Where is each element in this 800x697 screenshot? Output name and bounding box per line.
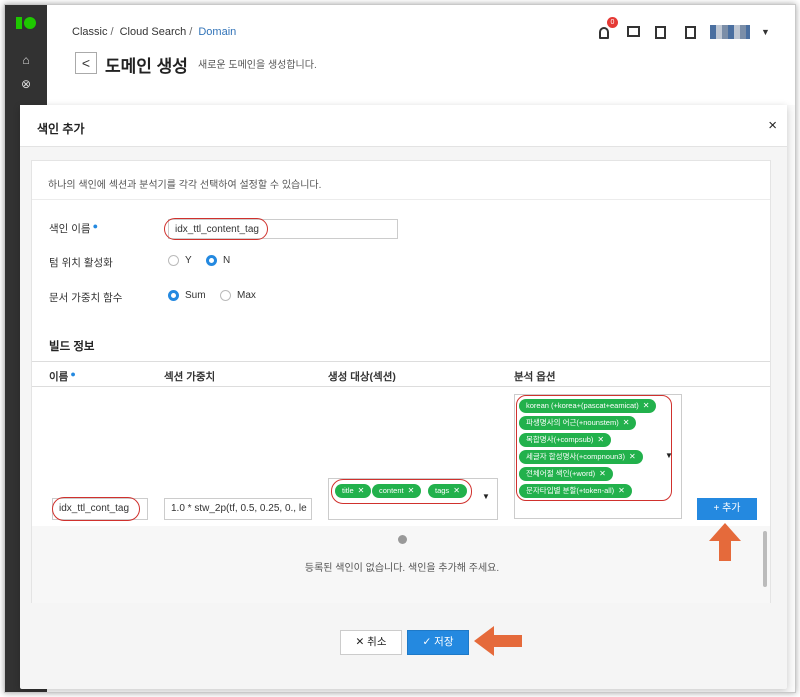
page-title: 도메인 생성 bbox=[105, 57, 188, 76]
index-name-label: 색인 이름 ● bbox=[49, 221, 98, 235]
term-position-n-label: N bbox=[223, 255, 231, 266]
build-name-input[interactable]: idx_ttl_cont_tag bbox=[52, 498, 148, 520]
term-position-n-radio[interactable] bbox=[206, 255, 217, 266]
modal-title: 색인 추가 bbox=[37, 122, 85, 136]
cancel-button[interactable]: ✕ 취소 bbox=[340, 630, 402, 655]
modal-panel: 하나의 색인에 섹션과 분석기를 각각 선택하여 설정할 수 있습니다. 색인 … bbox=[31, 160, 771, 603]
term-position-y-radio[interactable] bbox=[168, 255, 179, 266]
section-tag[interactable]: tags ✕ bbox=[428, 484, 467, 498]
empty-message: 등록된 색인이 없습니다. 색인을 추가해 주세요. bbox=[304, 563, 500, 574]
app-header: Classic / Cloud Search / Domain < 도메인 생성 새… bbox=[47, 5, 795, 105]
info-icon bbox=[398, 535, 407, 544]
book-icon[interactable] bbox=[685, 26, 696, 39]
breadcrumb: Classic / Cloud Search / Domain bbox=[72, 26, 237, 38]
home-icon[interactable]: ⌂ bbox=[19, 53, 33, 67]
chevron-down-icon[interactable]: ▼ bbox=[761, 27, 770, 37]
breadcrumb-item-current: Domain bbox=[198, 26, 237, 38]
index-name-input[interactable]: idx_ttl_content_tag bbox=[168, 219, 398, 239]
add-button[interactable]: + 추가 bbox=[697, 498, 757, 520]
build-table-header: 이름 ● 섹션 가중치 생성 대상(섹션) 분석 옵션 bbox=[32, 361, 770, 387]
logo-icon bbox=[16, 17, 36, 29]
analyzer-tag[interactable]: 문자타입별 분할(+token-all) ✕ bbox=[519, 484, 632, 498]
close-circle-icon[interactable]: ⊗ bbox=[19, 77, 33, 91]
doc-weight-sum-radio[interactable] bbox=[168, 290, 179, 301]
doc-weight-max-label: Max bbox=[237, 290, 256, 301]
save-button[interactable]: ✓ 저장 bbox=[407, 630, 469, 655]
info-bar: 하나의 색인에 섹션과 분석기를 각각 선택하여 설정할 수 있습니다. bbox=[32, 161, 770, 200]
analyzer-tag[interactable]: 복합명사(+compsub) ✕ bbox=[519, 433, 612, 447]
section-weight-input[interactable]: 1.0 * stw_2p(tf, 0.5, 0.25, 0., le bbox=[164, 498, 312, 520]
edit-icon[interactable] bbox=[655, 26, 666, 39]
analyzer-tag[interactable]: korean (+korea+(pascat+eamicat) ✕ bbox=[519, 399, 657, 413]
chat-icon[interactable] bbox=[627, 26, 640, 37]
doc-weight-sum-label: Sum bbox=[185, 290, 206, 301]
modal-header: 색인 추가 × bbox=[20, 105, 787, 147]
term-position-label: 텀 위치 활성화 bbox=[49, 257, 113, 269]
back-button[interactable]: < bbox=[75, 52, 97, 74]
notification-badge: 0 bbox=[607, 17, 618, 28]
column-section-weight: 섹션 가중치 bbox=[164, 371, 216, 383]
analyzer-tag[interactable]: 세글자 합성명사(+compnoun3) ✕ bbox=[519, 450, 643, 464]
annotation-arrow-up bbox=[709, 523, 741, 561]
info-text: 하나의 색인에 섹션과 분석기를 각각 선택하여 설정할 수 있습니다. bbox=[48, 180, 322, 191]
add-index-modal: 색인 추가 × 하나의 색인에 섹션과 분석기를 각각 선택하여 설정할 수 있… bbox=[20, 105, 787, 689]
build-info-title: 빌드 정보 bbox=[49, 341, 95, 353]
doc-weight-max-radio[interactable] bbox=[220, 290, 231, 301]
avatar[interactable] bbox=[710, 25, 750, 39]
section-tag[interactable]: content ✕ bbox=[372, 484, 422, 498]
section-tag[interactable]: title ✕ bbox=[335, 484, 372, 498]
column-name: 이름 ● bbox=[49, 369, 76, 383]
doc-weight-label: 문서 가중치 함수 bbox=[49, 292, 123, 304]
page-description: 새로운 도메인을 생성합니다. bbox=[198, 60, 317, 71]
bell-icon[interactable] bbox=[599, 27, 609, 39]
chevron-down-icon[interactable]: ▼ bbox=[482, 492, 490, 501]
annotation-arrow-left bbox=[474, 626, 522, 656]
analyzer-tag[interactable]: 전체어절 색인(+word) ✕ bbox=[519, 467, 613, 481]
term-position-y-label: Y bbox=[185, 255, 192, 266]
breadcrumb-item[interactable]: Classic bbox=[72, 26, 107, 38]
scrollbar[interactable] bbox=[763, 531, 767, 587]
close-icon[interactable]: × bbox=[768, 118, 777, 133]
chevron-down-icon[interactable]: ▼ bbox=[665, 451, 673, 460]
column-target-section: 생성 대상(섹션) bbox=[328, 371, 396, 383]
app-window: ⌂ ⊗ Classic / Cloud Search / Domain < 도메인 … bbox=[4, 4, 796, 693]
analyzer-tag[interactable]: 파생명사의 어근(+nounstem) ✕ bbox=[519, 416, 637, 430]
column-analyzer-options: 분석 옵션 bbox=[514, 371, 556, 383]
breadcrumb-item[interactable]: Cloud Search bbox=[120, 26, 187, 38]
